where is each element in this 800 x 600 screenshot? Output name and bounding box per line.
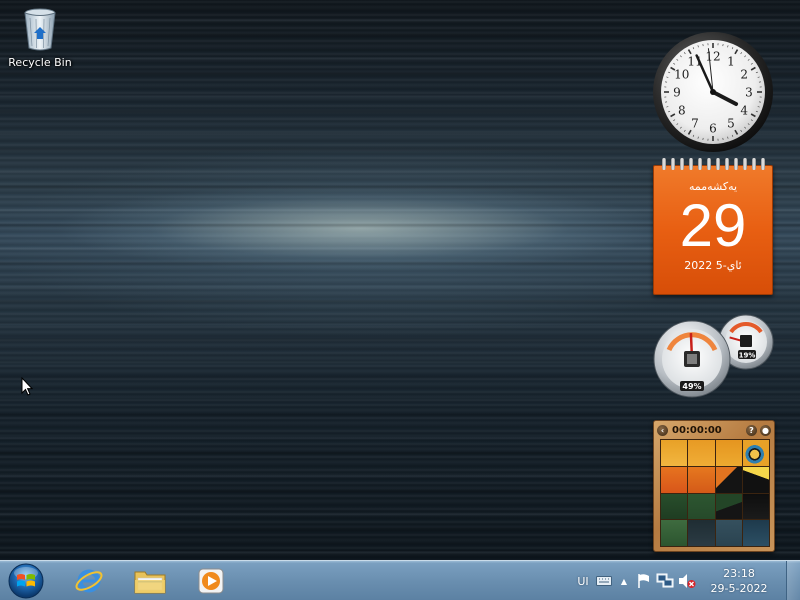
- puzzle-tile[interactable]: [742, 520, 769, 546]
- keyboard-icon[interactable]: [594, 571, 614, 591]
- puzzle-tile[interactable]: [742, 440, 769, 466]
- language-indicator[interactable]: UI: [572, 571, 594, 591]
- taskbar-clock[interactable]: 23:18 29-5-2022: [698, 566, 780, 596]
- memory-chip-icon: [740, 335, 752, 347]
- clock-gadget[interactable]: 12 1234567891011: [651, 30, 775, 154]
- show-hidden-icons-arrow[interactable]: ▲: [614, 571, 634, 591]
- help-icon[interactable]: ?: [746, 424, 757, 436]
- notification-area: UI ▲ 23:18 29-5-2022: [572, 561, 780, 600]
- back-arrow-icon[interactable]: ‹: [657, 424, 668, 436]
- clock-numeral: 10: [674, 68, 689, 82]
- folder-icon: [134, 571, 166, 594]
- puzzle-tile[interactable]: [688, 493, 715, 520]
- clock-numeral: 6: [709, 122, 717, 136]
- clock-numeral: 8: [678, 104, 686, 118]
- start-button[interactable]: [4, 562, 48, 600]
- clock-center-pin: [710, 89, 716, 95]
- network-icon[interactable]: [654, 571, 676, 591]
- puzzle-toolbar: ‹ 00:00:00 ? ●: [657, 423, 771, 437]
- puzzle-tile[interactable]: [661, 493, 688, 520]
- calendar-month-year: ئاي-5 2022: [684, 259, 742, 272]
- media-player-icon: [198, 568, 224, 594]
- clock-numeral: 5: [727, 117, 735, 131]
- clock-numeral: 3: [745, 86, 753, 100]
- calendar-day-number: 29: [679, 192, 747, 259]
- mouse-pointer-icon: [21, 377, 33, 396]
- memory-percent-label: 19%: [739, 352, 756, 360]
- puzzle-tile[interactable]: [688, 440, 715, 466]
- clock-numeral: 4: [740, 104, 748, 118]
- calendar-binding-rings: [651, 158, 775, 170]
- clock-numeral: 12: [705, 50, 720, 64]
- puzzle-tile[interactable]: [661, 520, 688, 546]
- puzzle-tile[interactable]: [715, 520, 742, 546]
- calendar-gadget[interactable]: یەکشەممە 29 ئاي-5 2022: [651, 158, 775, 295]
- taskbar-media-player-button[interactable]: [182, 563, 240, 599]
- cpu-meter-gadget[interactable]: 19% 49%: [651, 310, 775, 400]
- internet-explorer-icon: [75, 569, 103, 593]
- clock-numeral: 2: [740, 68, 748, 82]
- calendar-page: یەکشەممە 29 ئاي-5 2022: [653, 165, 773, 295]
- puzzle-tile[interactable]: [715, 466, 742, 493]
- recycle-bin-icon: [24, 8, 56, 51]
- puzzle-tile[interactable]: [661, 440, 688, 466]
- action-center-flag-icon[interactable]: [634, 571, 654, 591]
- taskbar-time: 23:18: [723, 567, 755, 580]
- taskbar: UI ▲ 23:18 29-5-2022: [0, 560, 800, 600]
- puzzle-tile[interactable]: [688, 520, 715, 546]
- puzzle-tile[interactable]: [661, 466, 688, 493]
- picture-hint-icon[interactable]: ●: [760, 424, 771, 436]
- clock-numeral: 7: [691, 117, 699, 131]
- picture-puzzle-gadget[interactable]: ‹ 00:00:00 ? ●: [653, 420, 775, 552]
- puzzle-tile[interactable]: [715, 493, 742, 520]
- clock-numeral: 9: [673, 86, 681, 100]
- clock-numeral: 1: [727, 54, 735, 68]
- puzzle-tile[interactable]: [688, 466, 715, 493]
- taskbar-internet-explorer-button[interactable]: [60, 563, 118, 599]
- cpu-percent-label: 49%: [682, 382, 701, 391]
- recycle-bin-label: Recycle Bin: [8, 56, 72, 69]
- puzzle-tile[interactable]: [742, 493, 769, 520]
- puzzle-tile[interactable]: [715, 440, 742, 466]
- puzzle-board: [660, 439, 770, 547]
- taskbar-windows-explorer-button[interactable]: [121, 563, 179, 599]
- puzzle-timer: 00:00:00: [672, 424, 722, 436]
- taskbar-date: 29-5-2022: [710, 582, 768, 595]
- show-desktop-button[interactable]: [786, 561, 800, 600]
- puzzle-tile[interactable]: [742, 466, 769, 493]
- recycle-bin-desktop-icon[interactable]: Recycle Bin: [4, 6, 76, 78]
- windows-logo-icon: [8, 563, 44, 599]
- volume-muted-icon[interactable]: [676, 571, 698, 591]
